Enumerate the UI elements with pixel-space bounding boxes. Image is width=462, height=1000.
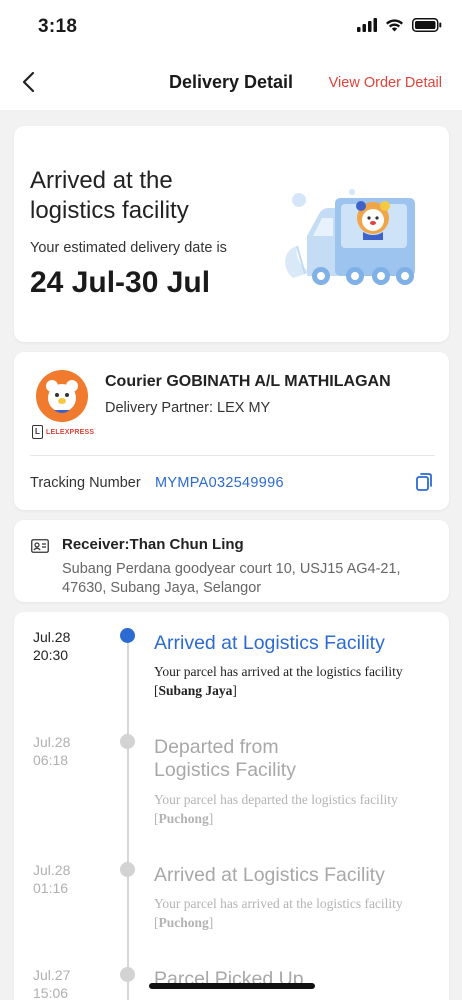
event-description-text: Your parcel has departed the logistics f… [154,792,398,807]
timeline-line [127,638,129,1000]
status-icons [357,18,442,32]
event-title: Arrived at Logistics Facility [154,864,385,886]
signal-icon [357,18,377,32]
courier-avatar [36,370,88,422]
event-description-text: Your parcel has arrived at the logistics… [154,664,403,679]
delivery-status-card: Arrived at the logistics facility Your e… [14,126,449,342]
lex-logo-text: LELEXPRESS [46,428,95,436]
lex-express-logo: L LELEXPRESS [32,425,94,439]
event-date-day: Jul.27 [33,967,71,983]
delivery-partner: Delivery Partner: LEX MY [105,400,271,416]
event-description: Your parcel has departed the logistics f… [154,790,439,828]
event-description-text: Your parcel has arrived at the logistics… [154,896,403,911]
estimated-delivery-label: Your estimated delivery date is [30,240,227,256]
divider [30,455,435,456]
tracking-timeline: Jul.28 20:30 Arrived at Logistics Facili… [14,612,449,1000]
battery-icon [412,18,442,32]
event-description: Your parcel has arrived at the logistics… [154,894,439,932]
event-time: 06:18 [33,752,69,768]
tracking-number[interactable]: MYMPA032549996 [155,475,284,491]
timeline-dot [120,967,135,982]
event-description: Your parcel has arrived at the logistics… [154,662,439,700]
copy-icon [416,473,432,491]
estimated-delivery-date: 24 Jul-30 Jul [30,266,211,299]
event-date-day: Jul.28 [33,862,71,878]
id-card-icon [31,539,49,553]
view-order-detail-link[interactable]: View Order Detail [329,75,442,91]
timeline-dot [120,734,135,749]
event-time: 15:06 [33,985,69,1000]
event-date: Jul.28 20:30 [33,628,70,664]
nav-bar: Delivery Detail View Order Detail [0,56,462,110]
event-time: 01:16 [33,880,69,896]
event-location: Subang Jaya [158,683,233,698]
event-date: Jul.28 06:18 [33,733,70,769]
status-time: 3:18 [38,16,78,37]
delivery-truck-illustration [285,189,415,285]
tracking-number-label: Tracking Number [30,475,141,491]
event-date: Jul.27 15:06 [33,966,70,1000]
status-bar: 3:18 [0,0,462,56]
event-title: Departed from Logistics Facility [154,736,296,781]
event-location: Puchong [158,915,209,930]
receiver-address: Subang Perdana goodyear court 10, USJ15 … [62,561,401,596]
timeline-dot-active [120,628,135,643]
receiver-name: Receiver:Than Chun Ling [62,536,244,553]
event-date: Jul.28 01:16 [33,861,70,897]
event-location: Puchong [158,811,209,826]
event-time: 20:30 [33,647,69,663]
courier-name: Courier GOBINATH A/L MATHILAGAN [105,373,391,390]
receiver-card: Receiver:Than Chun Ling Subang Perdana g… [14,520,449,602]
copy-tracking-button[interactable] [413,471,435,498]
wifi-icon [386,19,403,32]
event-title: Arrived at Logistics Facility [154,632,385,654]
timeline-dot [120,862,135,877]
home-indicator[interactable] [149,983,315,989]
delivery-status-title: Arrived at the logistics facility [30,167,189,224]
event-date-day: Jul.28 [33,629,71,645]
event-date-day: Jul.28 [33,734,71,750]
courier-card: L LELEXPRESS Courier GOBINATH A/L MATHIL… [14,352,449,510]
